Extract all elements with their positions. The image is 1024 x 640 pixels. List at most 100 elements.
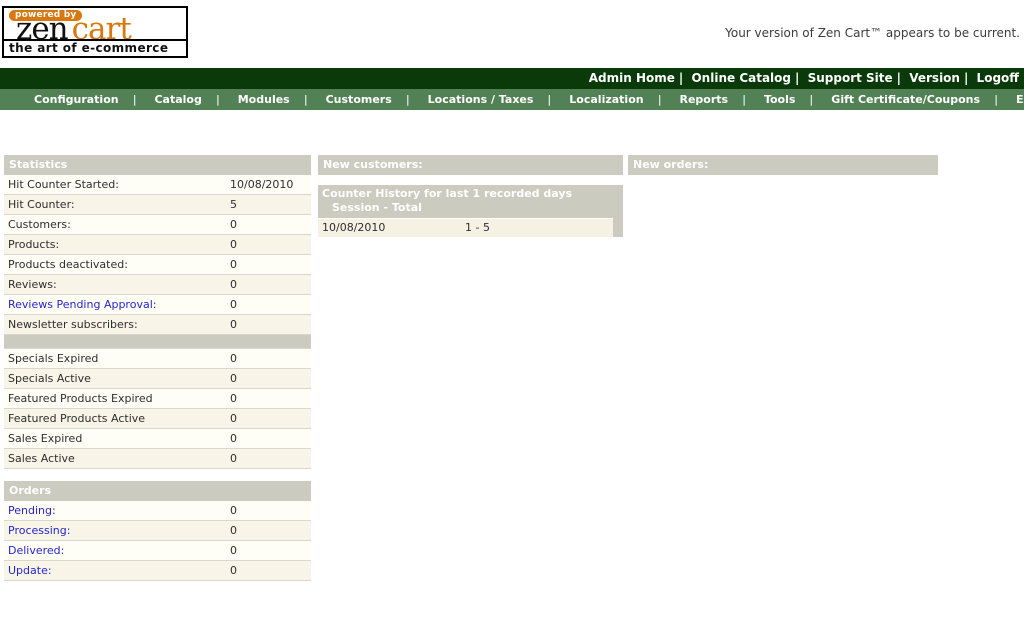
- stat-value: 0: [230, 295, 311, 314]
- table-row: Sales Expired 0: [4, 429, 311, 449]
- nav-separator: |: [809, 93, 813, 106]
- row-gray-edge: [613, 218, 623, 237]
- stat-value: 0: [230, 315, 311, 334]
- stat-value: 0: [230, 215, 311, 234]
- table-row: Specials Active 0: [4, 369, 311, 389]
- nav-separator: |: [406, 93, 410, 106]
- menu-item[interactable]: Configuration: [20, 89, 133, 110]
- counter-session-total: 1 - 5: [465, 219, 490, 237]
- nav-separator: |: [547, 93, 551, 106]
- menu-item[interactable]: Localization: [555, 89, 657, 110]
- order-count: 0: [230, 521, 311, 540]
- stat-label: Hit Counter:: [4, 195, 230, 214]
- order-status-link[interactable]: Delivered:: [4, 541, 230, 560]
- admin-nav-link[interactable]: Support Site: [808, 71, 893, 85]
- stat-value: 10/08/2010: [230, 175, 311, 194]
- logo-tagline: the art of e-commerce: [4, 39, 186, 56]
- stat-value: 5: [230, 195, 311, 214]
- menu-item[interactable]: Tools: [750, 89, 809, 110]
- menu-item[interactable]: Customers: [312, 89, 406, 110]
- nav-separator: |: [216, 93, 220, 106]
- orders-header: Orders: [4, 481, 311, 501]
- table-row: Customers: 0: [4, 215, 311, 235]
- nav-separator: |: [994, 93, 998, 106]
- stat-value: 0: [230, 369, 311, 388]
- table-row: Featured Products Expired 0: [4, 389, 311, 409]
- orders-panel: Orders Pending: 0 Processing: 0 Delivere…: [4, 481, 311, 581]
- table-row: Update: 0: [4, 561, 311, 581]
- stat-label: Products deactivated:: [4, 255, 230, 274]
- menu-item[interactable]: Modules: [224, 89, 304, 110]
- new-orders-header: New orders:: [628, 155, 938, 175]
- menu-item[interactable]: Locations / Taxes: [414, 89, 548, 110]
- order-count: 0: [230, 541, 311, 560]
- stat-label: Featured Products Active: [4, 409, 230, 428]
- table-row: Products deactivated: 0: [4, 255, 311, 275]
- admin-nav-link[interactable]: Version: [909, 71, 960, 85]
- counter-history-table: Counter History for last 1 recorded days…: [318, 185, 623, 237]
- order-status-link[interactable]: Processing:: [4, 521, 230, 540]
- menu-item[interactable]: Reports: [665, 89, 742, 110]
- counter-history-header: Counter History for last 1 recorded days…: [318, 185, 623, 218]
- stat-label: Products:: [4, 235, 230, 254]
- counter-date: 10/08/2010: [322, 219, 385, 237]
- stat-label: Hit Counter Started:: [4, 175, 230, 194]
- nav-separator: |: [960, 71, 972, 85]
- menu-item[interactable]: Extras: [1002, 89, 1024, 110]
- stat-value: 0: [230, 409, 311, 428]
- stat-label: Sales Active: [4, 449, 230, 468]
- statistics-rows-top: Hit Counter Started: 10/08/2010 Hit Coun…: [4, 175, 311, 335]
- counter-history-title: Counter History for last 1 recorded days: [322, 187, 623, 201]
- statistics-rows-bottom: Specials Expired 0 Specials Active 0 Fea…: [4, 349, 311, 469]
- nav-separator: |: [791, 71, 803, 85]
- table-row: Hit Counter Started: 10/08/2010: [4, 175, 311, 195]
- version-status-text: Your version of Zen Cart™ appears to be …: [725, 26, 1020, 40]
- admin-nav-link[interactable]: Logoff: [977, 71, 1019, 85]
- stats-separator-row: [4, 335, 311, 349]
- order-count: 0: [230, 501, 311, 520]
- table-row: Delivered: 0: [4, 541, 311, 561]
- stat-label: Specials Active: [4, 369, 230, 388]
- menu-item[interactable]: Gift Certificate/Coupons: [817, 89, 994, 110]
- stat-label: Featured Products Expired: [4, 389, 230, 408]
- nav-separator: |: [893, 71, 905, 85]
- counter-history-subtitle: Session - Total: [322, 201, 623, 215]
- table-row: Processing: 0: [4, 521, 311, 541]
- stat-label[interactable]: Reviews Pending Approval:: [4, 295, 230, 314]
- stat-label: Customers:: [4, 215, 230, 234]
- table-row: Reviews Pending Approval: 0: [4, 295, 311, 315]
- main-menu-bar: Configuration| Catalog| Modules| Custome…: [0, 89, 1024, 110]
- stat-value: 0: [230, 429, 311, 448]
- zen-cart-logo: powered by zencart the art of e-commerce: [2, 6, 188, 58]
- table-row: 10/08/2010 1 - 5: [318, 218, 623, 237]
- stat-value: 0: [230, 349, 311, 368]
- admin-nav-link[interactable]: Admin Home: [589, 71, 675, 85]
- nav-separator: |: [658, 93, 662, 106]
- table-row: Newsletter subscribers: 0: [4, 315, 311, 335]
- stat-label: Sales Expired: [4, 429, 230, 448]
- table-row: Products: 0: [4, 235, 311, 255]
- nav-separator: |: [133, 93, 137, 106]
- table-row: Reviews: 0: [4, 275, 311, 295]
- nav-separator: |: [304, 93, 308, 106]
- admin-nav-link[interactable]: Online Catalog: [691, 71, 791, 85]
- order-status-link[interactable]: Pending:: [4, 501, 230, 520]
- orders-rows: Pending: 0 Processing: 0 Delivered: 0 Up…: [4, 501, 311, 581]
- stat-value: 0: [230, 255, 311, 274]
- nav-separator: |: [742, 93, 746, 106]
- stat-label: Reviews:: [4, 275, 230, 294]
- stat-value: 0: [230, 275, 311, 294]
- stat-value: 0: [230, 235, 311, 254]
- new-customers-panel: New customers: Counter History for last …: [318, 155, 623, 237]
- order-count: 0: [230, 561, 311, 580]
- new-orders-panel: New orders:: [628, 155, 938, 175]
- stat-label: Newsletter subscribers:: [4, 315, 230, 334]
- table-row: Sales Active 0: [4, 449, 311, 469]
- stat-value: 0: [230, 389, 311, 408]
- menu-item[interactable]: Catalog: [140, 89, 215, 110]
- statistics-header: Statistics: [4, 155, 311, 175]
- new-customers-header: New customers:: [318, 155, 623, 175]
- table-row: Hit Counter: 5: [4, 195, 311, 215]
- stat-label: Specials Expired: [4, 349, 230, 368]
- order-status-link[interactable]: Update:: [4, 561, 230, 580]
